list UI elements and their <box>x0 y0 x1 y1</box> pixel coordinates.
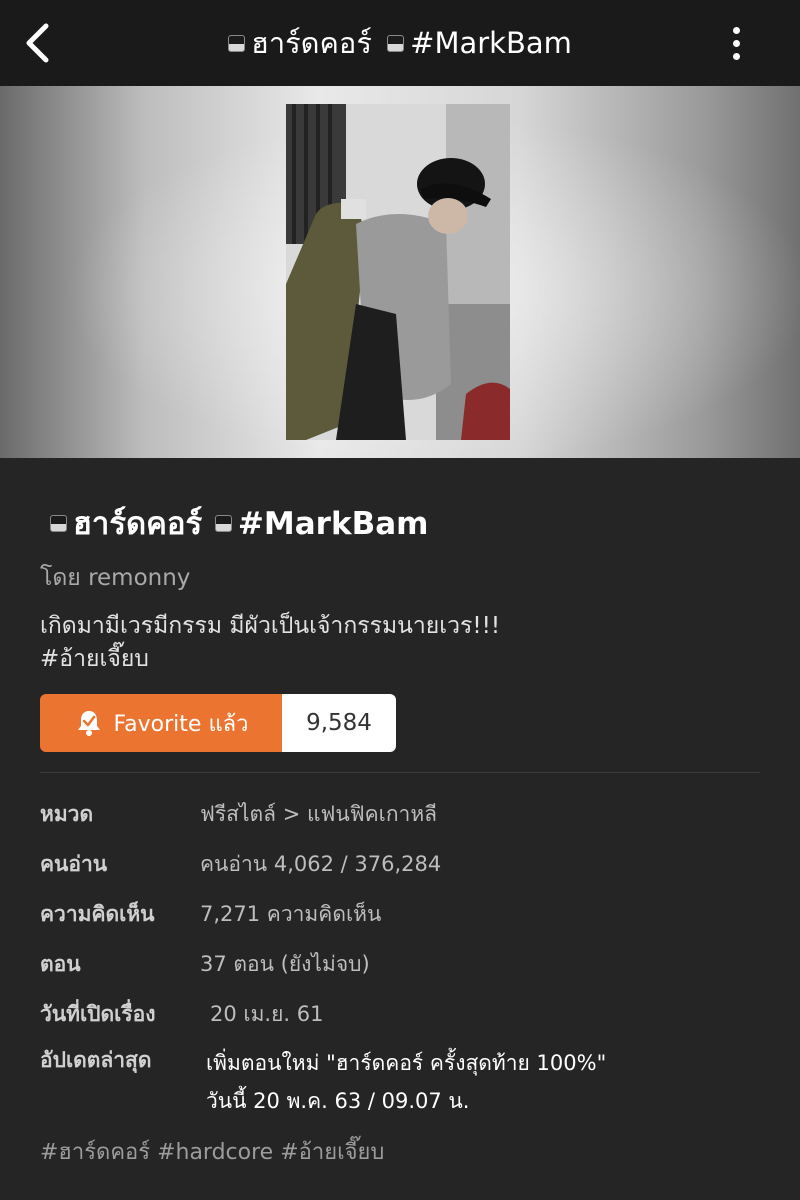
category-label: หมวด <box>40 802 94 826</box>
cover-image <box>286 104 510 440</box>
bell-check-icon <box>77 711 100 736</box>
description-line: เกิดมามีเวรมีกรรม มีผัวเป็นเจ้ากรรมนายเว… <box>40 613 501 639</box>
cover-photo <box>286 104 510 440</box>
readers-label: คนอ่าน <box>40 852 108 876</box>
description-hashtag[interactable]: #อ้ายเจี๊ยบ <box>40 643 500 676</box>
square-bullet-icon <box>50 515 67 532</box>
opened-value: 20 เม.ย. 61 <box>210 1002 324 1026</box>
page-title-text: #MarkBam <box>410 26 572 60</box>
square-bullet-icon <box>387 34 405 52</box>
top-bar: ฮาร์ดคอร์ #MarkBam <box>0 0 800 86</box>
cover-banner <box>0 86 800 458</box>
comments-label: ความคิดเห็น <box>40 902 155 926</box>
updated-label: อัปเดตล่าสุด <box>40 1048 152 1072</box>
updated-value: เพิ่มตอนใหม่ "ฮาร์ดคอร์ ครั้งสุดท้าย 100… <box>206 1044 606 1120</box>
vertical-ellipsis-icon <box>732 26 740 34</box>
chevron-left-icon <box>26 23 49 63</box>
tag[interactable]: #ฮาร์ดคอร์ <box>40 1140 150 1165</box>
episodes-label: ตอน <box>40 952 81 976</box>
author-link[interactable]: โดย remonny <box>40 560 190 596</box>
more-options-button[interactable] <box>720 20 752 66</box>
square-bullet-icon <box>214 515 232 532</box>
comments-value: 7,271 ความคิดเห็น <box>200 902 382 926</box>
square-bullet-icon <box>228 34 246 52</box>
back-button[interactable] <box>18 20 62 66</box>
favorite-count: 9,584 <box>282 694 396 752</box>
tag[interactable]: #อ้ายเจี๊ยบ <box>280 1140 384 1165</box>
updated-date: วันนี้ 20 พ.ค. 63 / 09.07 น. <box>206 1089 470 1113</box>
tag-list: #ฮาร์ดคอร์ #hardcore #อ้ายเจี๊ยบ <box>40 1134 384 1169</box>
tag[interactable]: #hardcore <box>157 1140 273 1165</box>
story-title-prefix: ฮาร์ดคอร์ <box>73 506 203 542</box>
divider <box>40 772 760 773</box>
page-title-prefix: ฮาร์ดคอร์ <box>251 26 372 60</box>
page-title: ฮาร์ดคอร์ #MarkBam <box>120 22 680 64</box>
opened-label: วันที่เปิดเรื่อง <box>40 1002 156 1026</box>
readers-value: คนอ่าน 4,062 / 376,284 <box>200 852 442 876</box>
story-title: ฮาร์ดคอร์ #MarkBam <box>40 498 428 548</box>
favorite-label: Favorite แล้ว <box>113 711 249 737</box>
favorite-group: Favorite แล้ว 9,584 <box>40 694 396 752</box>
updated-episode[interactable]: เพิ่มตอนใหม่ "ฮาร์ดคอร์ ครั้งสุดท้าย 100… <box>206 1044 606 1082</box>
story-title-text: #MarkBam <box>237 506 429 542</box>
favorite-button[interactable]: Favorite แล้ว <box>40 694 282 752</box>
story-description: เกิดมามีเวรมีกรรม มีผัวเป็นเจ้ากรรมนายเว… <box>40 610 500 676</box>
category-value[interactable]: ฟรีสไตล์ > แฟนฟิคเกาหลี <box>200 798 437 831</box>
episodes-value: 37 ตอน (ยังไม่จบ) <box>200 952 370 976</box>
